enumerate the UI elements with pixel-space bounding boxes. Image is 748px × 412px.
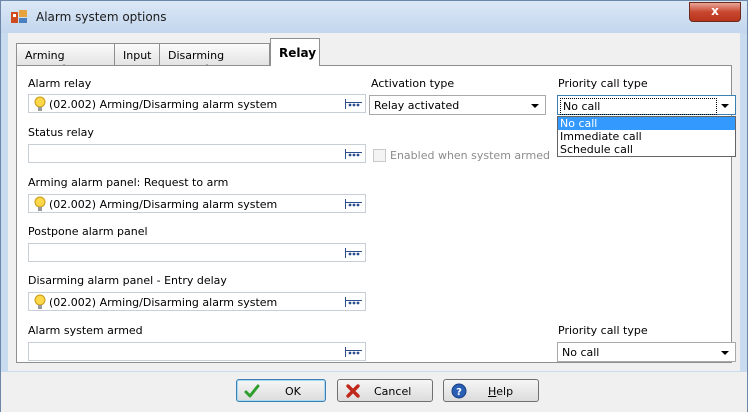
lightbulb-icon <box>34 96 46 111</box>
disarming-panel-label: Disarming alarm panel - Entry delay <box>28 274 227 287</box>
alarm-relay-field[interactable]: (02.002) Arming/Disarming alarm system <box>28 94 366 113</box>
tab-input[interactable]: Input <box>114 43 160 65</box>
system-armed-label: Alarm system armed <box>28 324 143 337</box>
alarm-relay-label: Alarm relay <box>28 77 92 90</box>
help-button[interactable]: ? Help <box>443 379 539 402</box>
dropdown-option[interactable]: Immediate call <box>558 130 735 143</box>
help-label-rest: elp <box>496 385 514 398</box>
priority-call-value-bottom: No call <box>562 346 600 359</box>
checkmark-icon <box>244 384 260 398</box>
help-question-icon: ? <box>451 383 467 399</box>
priority-call-select-top[interactable]: No call <box>557 95 736 115</box>
enabled-armed-checkbox[interactable] <box>373 149 386 162</box>
browse-ellipsis-icon[interactable] <box>345 247 363 259</box>
dropdown-option[interactable]: No call <box>558 117 735 130</box>
enabled-armed-label: Enabled when system armed <box>390 149 550 162</box>
alarm-app-icon <box>11 10 27 23</box>
priority-call-label-top: Priority call type <box>558 77 648 90</box>
dialog-button-bar: OK Cancel ? Help <box>1 372 747 412</box>
red-x-icon <box>346 384 360 398</box>
postpone-panel-field[interactable] <box>28 243 366 262</box>
arming-panel-field[interactable]: (02.002) Arming/Disarming alarm system <box>28 194 366 213</box>
activation-type-select[interactable]: Relay activated <box>369 95 546 115</box>
status-relay-field[interactable] <box>28 144 366 163</box>
cancel-button[interactable]: Cancel <box>337 379 433 402</box>
activation-type-value: Relay activated <box>374 99 460 112</box>
browse-ellipsis-icon[interactable] <box>345 296 363 308</box>
lightbulb-icon <box>34 294 46 309</box>
browse-ellipsis-icon[interactable] <box>345 98 363 110</box>
priority-call-label-bottom: Priority call type <box>558 324 648 337</box>
chevron-down-icon <box>531 104 539 108</box>
activation-type-label: Activation type <box>371 77 455 90</box>
tab-relay[interactable]: Relay <box>270 38 320 66</box>
alarm-options-window: Alarm system options x Arming request In… <box>0 0 748 412</box>
chevron-down-icon <box>721 351 729 355</box>
chevron-down-icon <box>721 104 729 108</box>
browse-ellipsis-icon[interactable] <box>345 198 363 210</box>
cancel-label: Cancel <box>374 385 412 398</box>
disarming-panel-value: (02.002) Arming/Disarming alarm system <box>49 296 278 309</box>
disarming-panel-field[interactable]: (02.002) Arming/Disarming alarm system <box>28 292 366 311</box>
priority-call-select-bottom[interactable]: No call <box>557 342 736 362</box>
close-button[interactable]: x <box>689 2 741 22</box>
system-armed-field[interactable] <box>28 342 366 361</box>
close-icon: x <box>711 4 719 18</box>
help-label: Help <box>488 385 513 398</box>
arming-panel-label: Arming alarm panel: Request to arm <box>28 176 229 189</box>
alarm-relay-value: (02.002) Arming/Disarming alarm system <box>49 98 278 111</box>
priority-call-dropdown-list: No call Immediate call Schedule call <box>557 116 736 157</box>
tab-label: Relay <box>279 46 317 60</box>
svg-text:?: ? <box>456 387 462 398</box>
browse-ellipsis-icon[interactable] <box>345 148 363 160</box>
status-relay-label: Status relay <box>28 126 94 139</box>
priority-call-value-top: No call <box>560 98 717 115</box>
ok-label: OK <box>285 385 301 398</box>
lightbulb-icon <box>34 196 46 211</box>
dropdown-option[interactable]: Schedule call <box>558 143 735 156</box>
postpone-panel-label: Postpone alarm panel <box>28 225 148 238</box>
ok-button[interactable]: OK <box>236 379 326 402</box>
browse-ellipsis-icon[interactable] <box>345 346 363 358</box>
title-bar: Alarm system options x <box>1 1 747 33</box>
arming-panel-value: (02.002) Arming/Disarming alarm system <box>49 198 278 211</box>
tab-disarming-request[interactable]: Disarming request <box>159 43 270 75</box>
window-title: Alarm system options <box>36 10 167 24</box>
tab-arming-request[interactable]: Arming request <box>16 43 115 75</box>
tab-label: Input <box>123 49 152 62</box>
